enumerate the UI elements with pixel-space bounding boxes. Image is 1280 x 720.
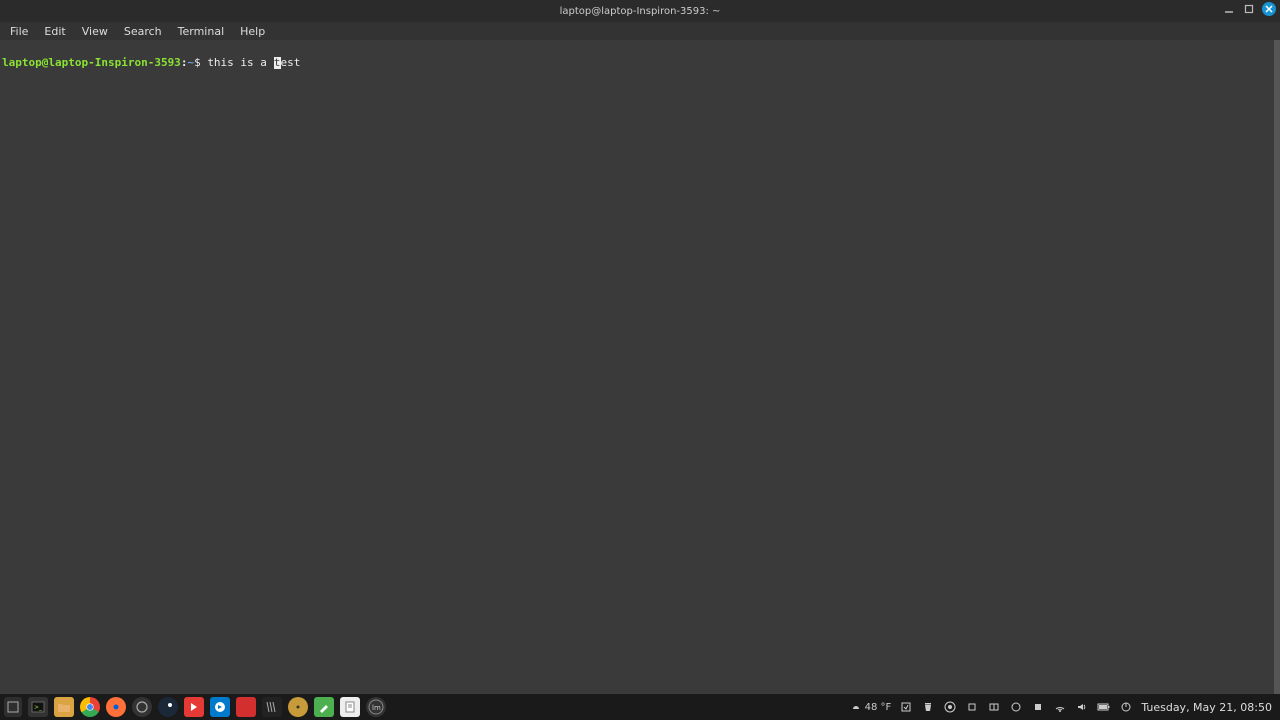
tray-network-icon[interactable] — [1053, 700, 1067, 714]
menu-terminal[interactable]: Terminal — [170, 23, 233, 40]
minimize-icon — [1224, 4, 1234, 14]
taskbar-terminal-icon[interactable]: >_ — [28, 697, 48, 717]
taskbar-media-player-icon[interactable] — [184, 697, 204, 717]
menu-view[interactable]: View — [74, 23, 116, 40]
tray-indicator-3-icon[interactable] — [1009, 700, 1023, 714]
system-tray: 48 °F — [849, 700, 1280, 714]
taskbar-chrome-icon[interactable] — [80, 697, 100, 717]
window-title: laptop@laptop-Inspiron-3593: ~ — [560, 6, 721, 17]
command-text-after-cursor: est — [281, 56, 301, 69]
taskbar: >_ l — [0, 694, 1280, 720]
taskbar-app-1-icon[interactable] — [132, 697, 152, 717]
window-controls — [1222, 2, 1276, 16]
menu-file[interactable]: File — [2, 23, 36, 40]
folder-icon — [57, 700, 71, 714]
terminal-scrollbar[interactable] — [1274, 40, 1280, 694]
maximize-button[interactable] — [1242, 2, 1256, 16]
svg-text:lm: lm — [372, 704, 381, 712]
svg-text:>_: >_ — [34, 704, 43, 711]
taskbar-left: >_ l — [0, 697, 386, 717]
firefox-icon — [109, 700, 123, 714]
document-icon — [343, 700, 357, 714]
tray-clock[interactable]: Tuesday, May 21, 08:50 — [1141, 701, 1272, 714]
red-app-icon — [239, 700, 253, 714]
taskbar-app-4-icon[interactable] — [262, 697, 282, 717]
close-button[interactable] — [1262, 2, 1276, 16]
menu-search[interactable]: Search — [116, 23, 170, 40]
tray-indicator-4-icon[interactable] — [1031, 700, 1045, 714]
menu-help[interactable]: Help — [232, 23, 273, 40]
maximize-icon — [1244, 4, 1254, 14]
minimize-button[interactable] — [1222, 2, 1236, 16]
steam-icon — [161, 700, 175, 714]
terminal-icon: >_ — [31, 700, 45, 714]
gear-icon — [291, 700, 305, 714]
weather-icon — [849, 700, 863, 714]
start-menu-button[interactable] — [4, 697, 22, 717]
prompt-user-host: laptop@laptop-Inspiron-3593 — [2, 56, 181, 69]
text-cursor: t — [274, 57, 281, 69]
taskbar-app-3-icon[interactable] — [236, 697, 256, 717]
circle-outline-icon — [135, 700, 149, 714]
command-text-before-cursor: this is a — [207, 56, 273, 69]
tray-indicator-1-icon[interactable] — [965, 700, 979, 714]
mint-icon: lm — [368, 699, 384, 715]
taskbar-app-5-icon[interactable] — [288, 697, 308, 717]
taskbar-files-icon[interactable] — [54, 697, 74, 717]
terminal-area[interactable]: laptop@laptop-Inspiron-3593:~$ this is a… — [0, 40, 1280, 694]
start-menu-icon — [7, 701, 19, 713]
menu-edit[interactable]: Edit — [36, 23, 73, 40]
tray-updates-icon[interactable] — [899, 700, 913, 714]
taskbar-steam-icon[interactable] — [158, 697, 178, 717]
tray-volume-icon[interactable] — [1075, 700, 1089, 714]
menu-bar: File Edit View Search Terminal Help — [0, 22, 1280, 40]
tray-obs-icon[interactable] — [943, 700, 957, 714]
tray-weather-text: 48 °F — [865, 702, 892, 713]
prompt-symbol: $ — [194, 56, 201, 69]
tray-trash-icon[interactable] — [921, 700, 935, 714]
window-titlebar: laptop@laptop-Inspiron-3593: ~ — [0, 0, 1280, 22]
taskbar-app-6-icon[interactable] — [314, 697, 334, 717]
app-icon — [213, 700, 227, 714]
tray-power-icon[interactable] — [1119, 700, 1133, 714]
pen-icon — [317, 700, 331, 714]
taskbar-app-7-icon[interactable] — [340, 697, 360, 717]
stripes-icon — [265, 700, 279, 714]
close-icon — [1265, 5, 1273, 13]
taskbar-mint-menu-icon[interactable]: lm — [366, 697, 386, 717]
taskbar-app-2-icon[interactable] — [210, 697, 230, 717]
tray-battery-icon[interactable] — [1097, 700, 1111, 714]
taskbar-firefox-icon[interactable] — [106, 697, 126, 717]
tray-weather[interactable]: 48 °F — [849, 700, 892, 714]
tray-indicator-2-icon[interactable] — [987, 700, 1001, 714]
